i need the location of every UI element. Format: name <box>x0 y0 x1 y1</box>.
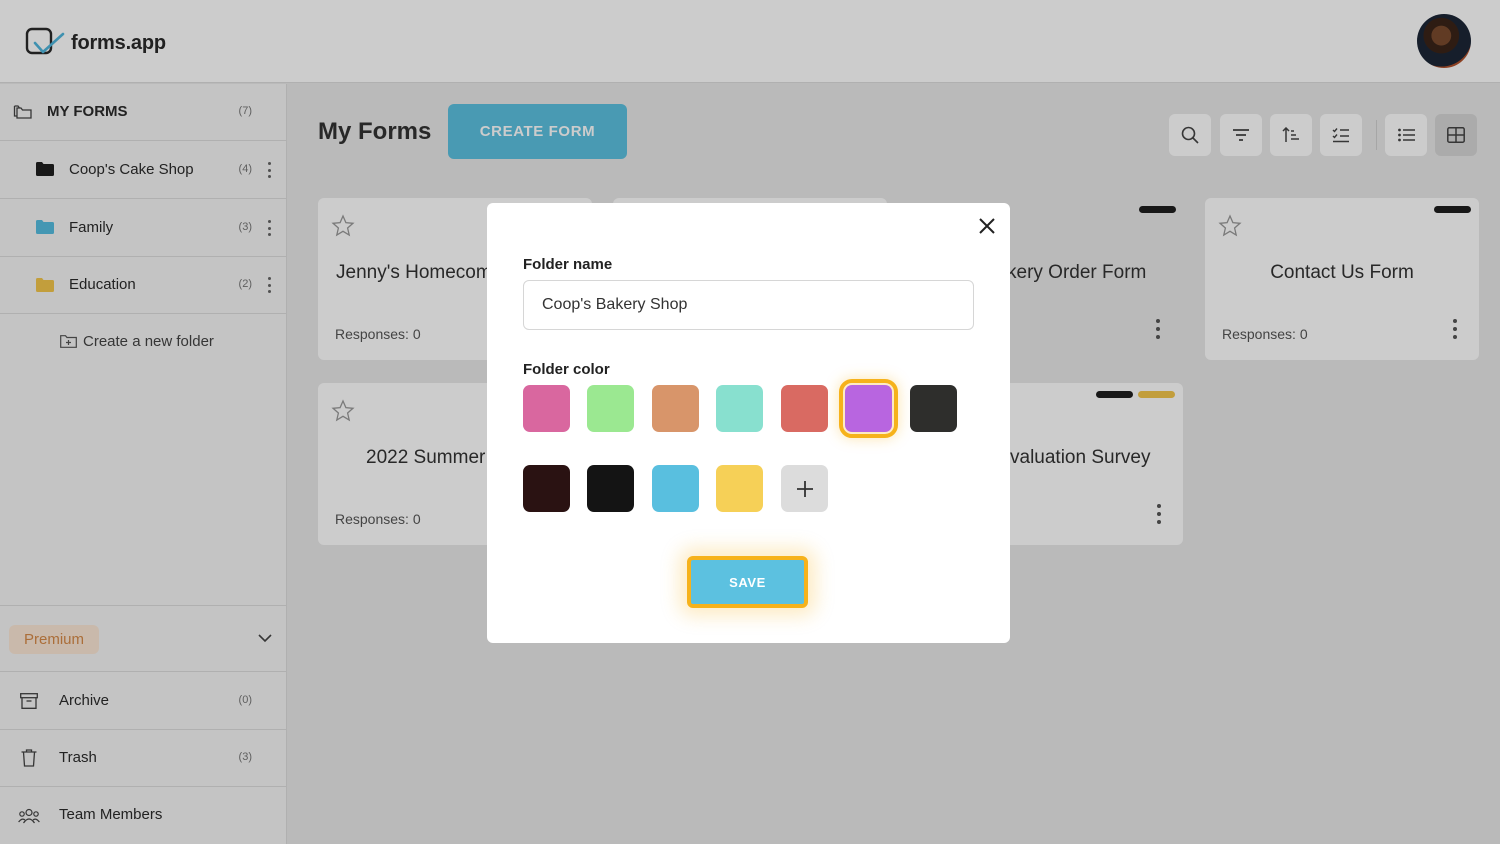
add-color-button[interactable] <box>781 465 828 512</box>
plus-icon <box>796 480 813 497</box>
color-swatch-teal[interactable] <box>716 385 763 432</box>
edit-folder-dialog: Folder name Folder color SAVE <box>487 203 1010 643</box>
folder-name-input[interactable] <box>523 280 974 330</box>
color-swatch-charcoal[interactable] <box>910 385 957 432</box>
folder-name-label: Folder name <box>523 256 613 273</box>
color-swatch-dark-brown[interactable] <box>523 465 570 512</box>
close-icon[interactable] <box>978 217 996 235</box>
color-swatch-red[interactable] <box>781 385 828 432</box>
color-swatch-blue[interactable] <box>652 465 699 512</box>
color-swatch-orange[interactable] <box>652 385 699 432</box>
save-button[interactable]: SAVE <box>687 556 808 608</box>
folder-color-label: Folder color <box>523 361 610 378</box>
color-swatch-pink[interactable] <box>523 385 570 432</box>
color-swatch-black[interactable] <box>587 465 634 512</box>
color-swatch-yellow[interactable] <box>716 465 763 512</box>
color-swatch-purple[interactable] <box>839 379 898 438</box>
color-swatch-green[interactable] <box>587 385 634 432</box>
